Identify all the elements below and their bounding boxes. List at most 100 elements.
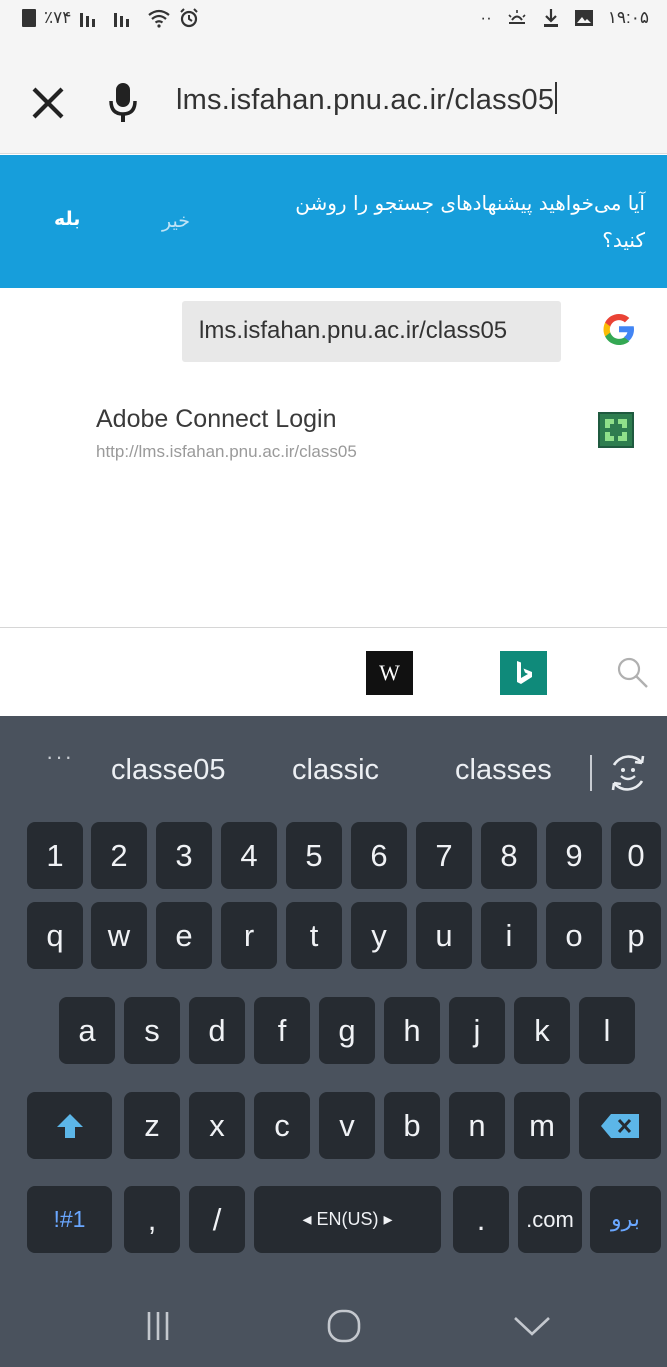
signal-icon bbox=[80, 13, 96, 27]
key-q[interactable]: q bbox=[27, 902, 83, 969]
shift-key[interactable] bbox=[27, 1092, 112, 1159]
status-right: ·· ۱۹:۰۵ bbox=[480, 8, 649, 28]
search-icon bbox=[617, 657, 648, 688]
google-suggestion[interactable]: lms.isfahan.pnu.ac.ir/class05 bbox=[182, 301, 561, 362]
history-suggestion-url: http://lms.isfahan.pnu.ac.ir/class05 bbox=[96, 442, 357, 461]
key-y[interactable]: y bbox=[351, 902, 407, 969]
emoji-button[interactable] bbox=[606, 751, 650, 795]
period-key[interactable]: . bbox=[453, 1186, 509, 1253]
shift-icon bbox=[56, 1113, 83, 1138]
key-h[interactable]: h bbox=[384, 997, 440, 1064]
key-c[interactable]: c bbox=[254, 1092, 310, 1159]
key-8[interactable]: 8 bbox=[481, 822, 537, 889]
key-9[interactable]: 9 bbox=[546, 822, 602, 889]
key-e[interactable]: e bbox=[156, 902, 212, 969]
status-left: ٪۷۴ bbox=[22, 8, 199, 28]
engines-divider bbox=[0, 627, 667, 628]
key-s[interactable]: s bbox=[124, 997, 180, 1064]
bing-button[interactable] bbox=[500, 651, 547, 695]
key-5[interactable]: 5 bbox=[286, 822, 342, 889]
key-n[interactable]: n bbox=[449, 1092, 505, 1159]
backspace-key[interactable] bbox=[579, 1092, 661, 1159]
wikipedia-icon: W bbox=[379, 660, 400, 685]
wifi-icon bbox=[148, 9, 171, 28]
recent-apps-icon bbox=[147, 1312, 169, 1340]
google-icon bbox=[601, 311, 637, 347]
key-w[interactable]: w bbox=[91, 902, 147, 969]
keyboard-suggestion[interactable]: classe05 bbox=[111, 754, 225, 787]
keyboard: ··· classe05 classic classes 1 2 3 4 5 6… bbox=[0, 716, 667, 1367]
key-7[interactable]: 7 bbox=[416, 822, 472, 889]
keyboard-suggestion-bar: ··· classe05 classic classes bbox=[0, 716, 667, 824]
symbols-key[interactable]: !#1 bbox=[27, 1186, 112, 1253]
history-suggestion[interactable]: Adobe Connect Login http://lms.isfahan.p… bbox=[96, 405, 357, 462]
battery-icon bbox=[22, 9, 36, 27]
key-b[interactable]: b bbox=[384, 1092, 440, 1159]
key-t[interactable]: t bbox=[286, 902, 342, 969]
more-suggestions-button[interactable]: ··· bbox=[46, 744, 74, 770]
home-button[interactable] bbox=[322, 1304, 366, 1348]
key-m[interactable]: m bbox=[514, 1092, 570, 1159]
status-bar: ٪۷۴ ·· ۱۹:۰۵ bbox=[0, 0, 667, 38]
key-v[interactable]: v bbox=[319, 1092, 375, 1159]
voice-search-button[interactable] bbox=[106, 81, 140, 125]
key-0[interactable]: 0 bbox=[611, 822, 661, 889]
close-icon bbox=[32, 87, 64, 119]
url-bar: lms.isfahan.pnu.ac.ir/class05 bbox=[0, 38, 667, 154]
battery-percent: ٪۷۴ bbox=[44, 8, 72, 27]
key-u[interactable]: u bbox=[416, 902, 472, 969]
mic-icon bbox=[109, 83, 137, 122]
close-button[interactable] bbox=[28, 83, 68, 123]
key-k[interactable]: k bbox=[514, 997, 570, 1064]
dotcom-key[interactable]: .com bbox=[518, 1186, 582, 1253]
spacebar-language-key[interactable]: ◂ EN(US) ▸ bbox=[254, 1186, 441, 1253]
recent-apps-button[interactable] bbox=[136, 1304, 180, 1348]
adobe-connect-icon bbox=[598, 412, 634, 448]
search-engine-button[interactable] bbox=[615, 655, 651, 691]
keyboard-suggestion[interactable]: classic bbox=[292, 754, 379, 787]
clock: ۱۹:۰۵ bbox=[607, 8, 649, 27]
key-a[interactable]: a bbox=[59, 997, 115, 1064]
key-r[interactable]: r bbox=[221, 902, 277, 969]
key-p[interactable]: p bbox=[611, 902, 661, 969]
history-suggestion-title: Adobe Connect Login bbox=[96, 405, 337, 433]
comma-key[interactable]: , bbox=[124, 1186, 180, 1253]
status-dots: ·· bbox=[480, 8, 492, 27]
key-l[interactable]: l bbox=[579, 997, 635, 1064]
key-o[interactable]: o bbox=[546, 902, 602, 969]
bing-icon bbox=[517, 661, 532, 684]
keyboard-suggestion[interactable]: classes bbox=[455, 754, 552, 787]
key-4[interactable]: 4 bbox=[221, 822, 277, 889]
key-1[interactable]: 1 bbox=[27, 822, 83, 889]
image-icon bbox=[574, 10, 593, 26]
key-6[interactable]: 6 bbox=[351, 822, 407, 889]
key-g[interactable]: g bbox=[319, 997, 375, 1064]
key-f[interactable]: f bbox=[254, 997, 310, 1064]
go-key[interactable]: برو bbox=[590, 1186, 661, 1253]
key-i[interactable]: i bbox=[481, 902, 537, 969]
key-3[interactable]: 3 bbox=[156, 822, 212, 889]
no-button[interactable]: خیر bbox=[162, 210, 190, 232]
key-z[interactable]: z bbox=[124, 1092, 180, 1159]
download-icon bbox=[543, 9, 558, 27]
url-text: lms.isfahan.pnu.ac.ir/class05 bbox=[176, 84, 555, 116]
suggestion-divider bbox=[590, 755, 592, 791]
wikipedia-button[interactable]: W bbox=[366, 651, 413, 695]
yes-button[interactable]: بله bbox=[54, 208, 80, 230]
signal-icon-2 bbox=[114, 13, 130, 27]
slash-key[interactable]: / bbox=[189, 1186, 245, 1253]
search-suggestions-banner: آیا می‌خواهید پیشنهادهای جستجو را روشن ک… bbox=[0, 155, 667, 288]
back-icon bbox=[514, 1317, 550, 1336]
google-suggestion-text: lms.isfahan.pnu.ac.ir/class05 bbox=[199, 317, 508, 344]
banner-question: آیا می‌خواهید پیشنهادهای جستجو را روشن ک… bbox=[295, 191, 645, 252]
back-button[interactable] bbox=[510, 1304, 554, 1348]
key-d[interactable]: d bbox=[189, 997, 245, 1064]
key-x[interactable]: x bbox=[189, 1092, 245, 1159]
url-input[interactable]: lms.isfahan.pnu.ac.ir/class05 bbox=[176, 82, 558, 117]
url-divider bbox=[0, 153, 667, 154]
home-icon bbox=[327, 1309, 361, 1343]
navigation-bar bbox=[0, 1282, 667, 1367]
sunrise-icon bbox=[508, 10, 526, 24]
key-j[interactable]: j bbox=[449, 997, 505, 1064]
key-2[interactable]: 2 bbox=[91, 822, 147, 889]
